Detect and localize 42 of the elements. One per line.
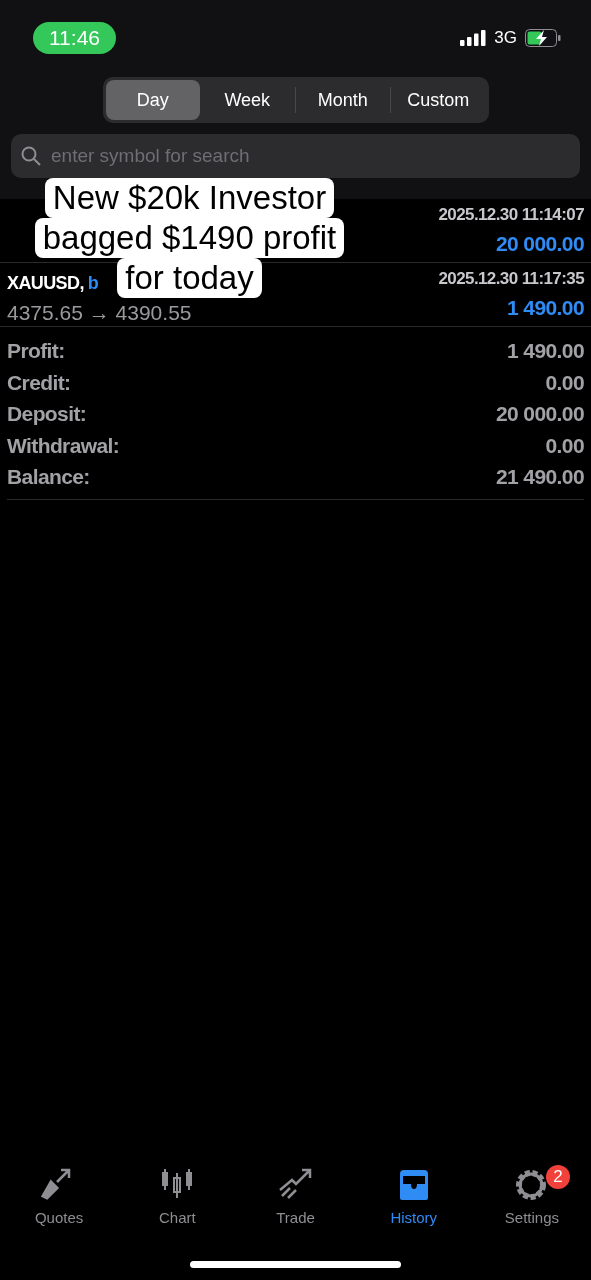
tab-bar-item[interactable]: Chart <box>118 1168 237 1230</box>
tab-bar-item[interactable]: Quotes <box>0 1168 119 1230</box>
caption-text: New $20k Investor <box>44 178 335 218</box>
summary-label: Deposit: <box>7 401 87 427</box>
caption-text: for today <box>117 258 262 298</box>
tab-label: Chart <box>158 1208 196 1228</box>
search-field[interactable]: enter symbol for search <box>11 134 580 178</box>
deal-prices: 4375.65 → 4390.55 <box>7 300 192 326</box>
caption-text: bagged $1490 profit <box>34 218 345 258</box>
period-tab[interactable]: Month <box>295 80 390 120</box>
notification-badge: 2 <box>546 1165 571 1189</box>
tab-label: Quotes <box>34 1208 84 1228</box>
search-input[interactable]: enter symbol for search <box>49 140 570 172</box>
summary-value: 0.00 <box>545 369 584 396</box>
deal-amount: 1 490.00 <box>507 294 584 321</box>
period-tab[interactable]: Custom <box>391 80 486 120</box>
deal-amount: 20 000.00 <box>495 230 584 257</box>
period-tab[interactable]: Day <box>105 80 200 120</box>
summary-value: 0.00 <box>545 432 584 459</box>
status-time: 11:46 <box>33 22 116 54</box>
battery-charging-icon <box>525 29 561 47</box>
tab-label: History <box>390 1208 438 1228</box>
tab-label: Settings <box>504 1208 559 1228</box>
deal-time: 2025.12.30 11:14:07 <box>438 204 584 226</box>
summary-label: Credit: <box>7 369 71 396</box>
summary-label: Balance: <box>7 464 90 490</box>
search-icon <box>21 146 41 166</box>
deal-symbol: XAUUSD, <box>7 272 84 295</box>
summary-value: 21 490.00 <box>495 464 584 490</box>
period-tab[interactable]: Week <box>200 80 295 120</box>
deal-time: 2025.12.30 11:17:35 <box>438 268 584 290</box>
summary-label: Withdrawal: <box>7 432 120 459</box>
tab-label: Trade <box>276 1208 315 1228</box>
summary-label: Profit: <box>7 338 65 364</box>
signal-icon <box>460 30 487 46</box>
network-label: 3G <box>494 27 517 50</box>
tab-bar-item[interactable]: Trade <box>236 1168 355 1230</box>
tab-bar-item[interactable]: Settings 2 <box>472 1168 591 1230</box>
summary-value: 20 000.00 <box>495 401 584 427</box>
summary-value: 1 490.00 <box>507 338 584 364</box>
tab-bar-item[interactable]: History <box>354 1168 473 1230</box>
deal-type: b <box>87 272 99 295</box>
